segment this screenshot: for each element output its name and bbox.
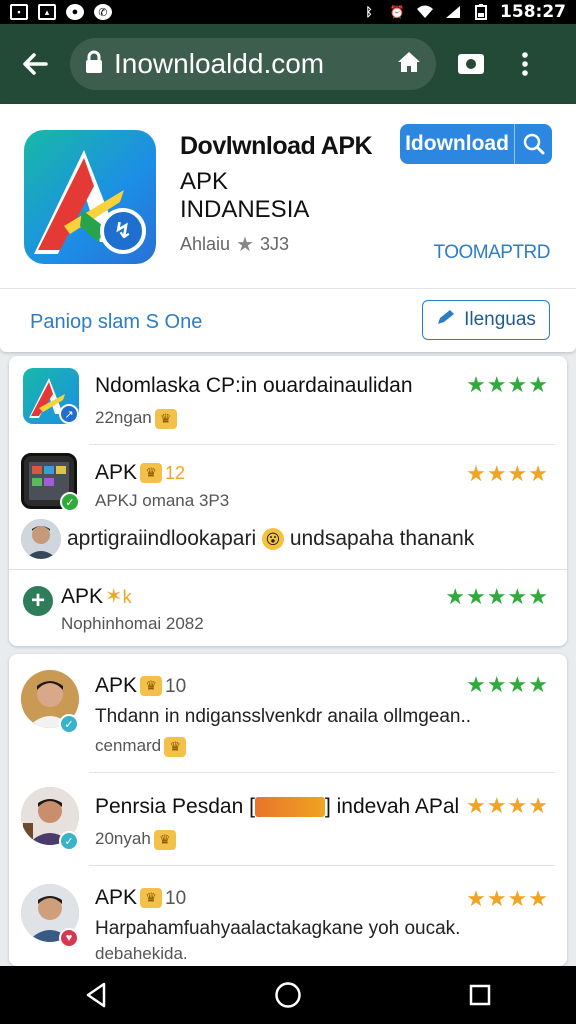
star-rating: ★★★★ [466,793,549,818]
comment-row[interactable]: aprtigraiindlookapari 😮 undsapaha thanan… [9,517,567,569]
item-body: Harpahamfuahyaalactakagkane yoh oucak. [95,918,461,939]
item-subtitle: 22ngan ♛ [95,408,180,429]
feed-card-2: ✓ APK ♛ 10 Thdann in ndigansslvenkdr anail… [9,654,567,966]
app-logo[interactable]: ↯ [24,130,156,264]
home-nav-icon[interactable] [258,966,318,1024]
item-body-continued: debahekida. [95,944,188,963]
item-subtitle: APKJ omana 3P3 [95,491,230,510]
item-body: Thdann in ndigansslvenkdr anaila ollmgea… [95,706,472,727]
whatsapp-icon: ✆ [94,4,112,20]
sparkle-icon: ✶ [105,585,123,608]
verified-icon: ↗ [59,404,79,424]
status-tag[interactable]: TOOMAPTRD [433,242,550,264]
divider [0,288,576,289]
item-title: Penrsia Pesdan [] indevah APal [95,795,460,818]
signal-icon [444,4,462,20]
item-subtitle: cenmard ♛ [95,736,189,757]
browser-toolbar: Inownloaldd.com [0,24,576,104]
list-item[interactable]: ♥ APK ♛ 10 Harpahamfuahyaalactakagkane yoh… [9,866,567,966]
messenger-badge-icon: ↯ [100,208,146,254]
crown-icon: ♛ [140,463,163,484]
app-subtitle: APK [180,168,229,195]
language-label: Ilenguas [464,309,536,330]
recents-nav-icon[interactable] [450,966,510,1024]
search-icon[interactable] [514,124,552,164]
more-menu-icon[interactable] [504,43,546,85]
app-region: INDANESIA [180,196,310,223]
crown-icon: ♛ [153,829,176,850]
language-button[interactable]: Ilenguas [422,300,550,340]
crown-icon: ♛ [140,888,163,909]
system-nav-bar [0,966,576,1024]
verified-icon: ♥ [59,928,79,948]
home-icon[interactable] [396,50,422,79]
crown-icon: ♛ [154,408,177,429]
app-rating: Ahlaiu ★ 3J3 [180,232,289,257]
back-arrow-icon[interactable] [14,43,56,85]
list-item[interactable]: ✓ Penrsia Pesdan [] indevah APal 20nyah ♛… [9,773,567,865]
notification-icon: ▪ [10,4,28,20]
item-title: APK✶k [61,585,132,608]
bluetooth-icon: ᛒ [365,5,373,19]
list-item[interactable]: ↗ Ndomlaska CP:in ouardainaulidan 22ngan… [9,356,567,444]
download-label: Idownload [405,132,509,155]
back-nav-icon[interactable] [66,966,126,1024]
item-title: APK ♛ 12 [95,461,186,484]
app-icon: ↗ [23,368,79,424]
download-button[interactable]: Idownload [400,124,552,164]
app-title: Dovlwnload APK [180,132,373,160]
star-rating: ★★★★ [466,886,549,911]
verified-icon: ✓ [59,831,79,851]
star-icon: ★ [236,234,254,256]
status-bar: ▪ ▴ ● ✆ ᛒ ⏰ 158:27 [0,0,576,24]
tablet-thumbnail: ✓ [21,453,80,512]
verified-icon: ✓ [60,492,80,512]
list-item[interactable]: ✓ APK ♛ 12 APKJ omana 3P3 ★★★★ [9,445,567,517]
item-subtitle: 20nyah ♛ [95,829,179,850]
pen-icon [436,308,456,332]
address-bar[interactable]: Inownloaldd.com [70,38,436,90]
clock: 158:27 [500,2,566,22]
item-title: APK ♛ 10 [95,886,187,909]
rating-value: 3J3 [259,234,290,254]
brand-badge-icon [254,797,325,818]
star-rating: ★★★★ [466,372,549,397]
star-rating: ★★★★★ [445,584,549,609]
battery-icon [472,4,490,20]
crown-icon: ♛ [164,736,187,757]
lock-icon [84,50,104,79]
crown-icon: ♛ [140,676,163,697]
verified-icon: ✓ [59,714,79,734]
list-item[interactable]: ✓ APK ♛ 10 Thdann in ndigansslvenkdr anail… [9,654,567,772]
item-title: Ndomlaska CP:in ouardainaulidan [95,374,413,397]
emoji-icon: 😮 [261,528,284,551]
add-icon[interactable]: + [23,586,53,616]
panel-link[interactable]: Paniop slam S One [30,311,202,334]
item-title: APK ♛ 10 [95,674,187,697]
tabs-icon[interactable] [450,43,492,85]
wifi-icon [416,4,434,20]
comment-text: aprtigraiindlookapari 😮 undsapaha thanan… [67,527,475,551]
list-item[interactable]: + APK✶k Nophinhomai 2082 ★★★★★ [9,570,567,646]
feed-card-1: ↗ Ndomlaska CP:in ouardainaulidan 22ngan… [9,356,567,646]
rating-label: Ahlaiu [180,234,231,254]
app-header-card: ↯ Dovlwnload APK APK INDANESIA Ahlaiu ★ … [0,104,576,352]
gallery-icon: ▴ [38,4,56,20]
item-subtitle: Nophinhomai 2082 [61,614,204,633]
avatar [21,519,61,559]
url-text: Inownloaldd.com [114,48,325,79]
messenger-icon: ● [66,4,84,20]
alarm-icon: ⏰ [389,5,405,19]
star-rating: ★★★★ [466,672,549,697]
star-rating: ★★★★ [466,461,549,486]
